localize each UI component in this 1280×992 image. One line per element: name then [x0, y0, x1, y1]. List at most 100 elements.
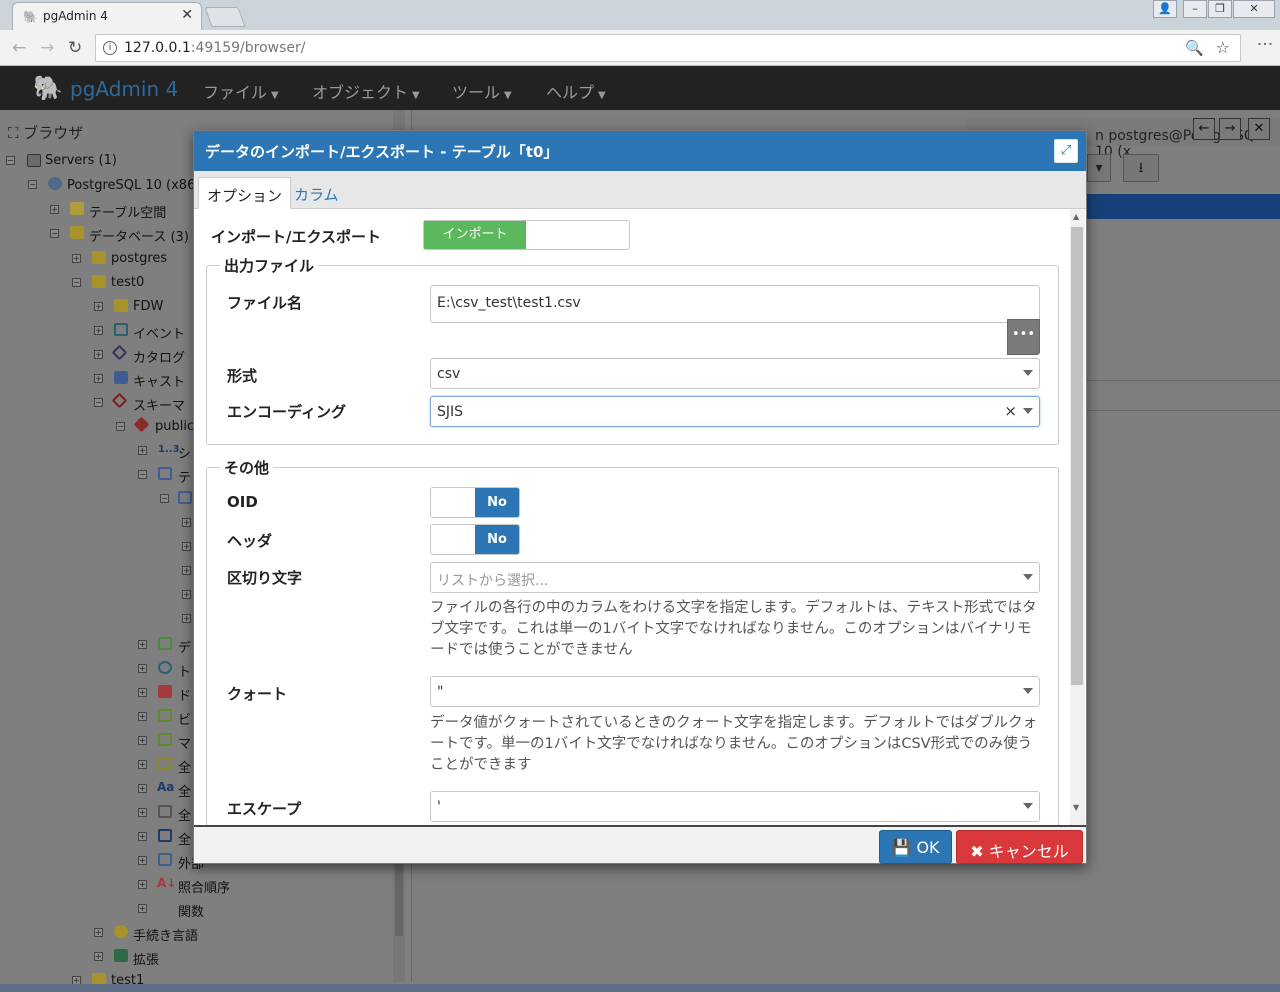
panel-prev-icon[interactable]: ←	[1193, 118, 1215, 140]
tree-toggle[interactable]: +	[182, 590, 191, 599]
tree-toggle[interactable]: +	[138, 760, 147, 769]
oid-no[interactable]: No	[475, 488, 519, 517]
import-option[interactable]: インポート	[424, 221, 526, 249]
info-icon[interactable]: i	[103, 41, 117, 55]
panel-close-icon[interactable]: ✕	[1248, 118, 1270, 140]
tree-node-extensions[interactable]: 拡張	[133, 949, 159, 968]
dialog-scrollbar[interactable]: ▲ ▼	[1070, 209, 1085, 825]
dropdown-arrow-icon[interactable]	[1023, 574, 1033, 580]
tree-node-languages[interactable]: 手続き言語	[133, 925, 198, 944]
restore-icon[interactable]: ❐	[1208, 0, 1232, 18]
menu-help[interactable]: ヘルプ ▼	[546, 79, 606, 103]
tab-options[interactable]: オプション	[198, 177, 292, 209]
tree-toggle[interactable]: −	[50, 229, 59, 238]
escape-select[interactable]: '	[430, 791, 1040, 822]
tree-node-fts-configs[interactable]: 全	[178, 757, 191, 776]
tree-node-views[interactable]: ビ	[178, 709, 191, 728]
tree-toggle[interactable]: +	[138, 880, 147, 889]
tree-node-tables[interactable]: テ	[178, 467, 191, 486]
oid-toggle[interactable]: No	[430, 487, 520, 518]
tree-toggle[interactable]: +	[138, 832, 147, 841]
header-toggle[interactable]: No	[430, 524, 520, 555]
tree-toggle[interactable]: −	[6, 156, 15, 165]
tree-toggle[interactable]: +	[138, 904, 147, 913]
zoom-icon[interactable]: 🔍	[1185, 39, 1204, 57]
tree-toggle[interactable]: +	[138, 784, 147, 793]
minimize-icon[interactable]: –	[1183, 0, 1207, 18]
tree-toggle[interactable]: +	[138, 640, 147, 649]
tree-node-databases[interactable]: データベース (3)	[89, 226, 189, 245]
tree-node-db-postgres[interactable]: postgres	[111, 251, 167, 266]
tree-node-servers[interactable]: Servers (1)	[45, 153, 117, 168]
tree-toggle[interactable]: +	[50, 205, 59, 214]
scroll-up-icon[interactable]: ▲	[1073, 212, 1079, 221]
tree-toggle[interactable]: +	[94, 952, 103, 961]
dropdown-caret-icon[interactable]: ▾	[1087, 154, 1111, 182]
tree-toggle[interactable]: +	[94, 374, 103, 383]
back-icon[interactable]: ←	[12, 38, 26, 58]
menu-object[interactable]: オブジェクト ▼	[312, 79, 420, 103]
menu-file[interactable]: ファイル ▼	[203, 79, 279, 103]
dropdown-arrow-icon[interactable]	[1023, 688, 1033, 694]
header-no[interactable]: No	[475, 525, 519, 554]
dropdown-arrow-icon[interactable]	[1023, 370, 1033, 376]
tree-toggle[interactable]: +	[138, 446, 147, 455]
reload-icon[interactable]: ↻	[68, 38, 82, 58]
menu-tools[interactable]: ツール ▼	[452, 79, 512, 103]
tree-toggle[interactable]: +	[182, 614, 191, 623]
tab-columns[interactable]: カラム	[286, 177, 347, 209]
tree-node-sequences[interactable]: シ	[178, 443, 191, 462]
tree-node-schema[interactable]: スキーマ	[133, 395, 185, 414]
tree-node-collations[interactable]: 照合順序	[178, 877, 230, 896]
dropdown-arrow-icon[interactable]	[1023, 408, 1033, 414]
tree-node-public[interactable]: public	[155, 419, 194, 434]
tree-toggle[interactable]: −	[116, 422, 125, 431]
tree-toggle[interactable]: +	[138, 664, 147, 673]
tree-toggle[interactable]: +	[138, 688, 147, 697]
tree-node-tablespaces[interactable]: テーブル空間	[89, 202, 166, 221]
encoding-select[interactable]: SJIS ×	[430, 396, 1040, 427]
quote-select[interactable]: "	[430, 676, 1040, 707]
browse-file-button[interactable]: •••	[1007, 319, 1040, 355]
tree-toggle[interactable]: −	[160, 494, 169, 503]
tree-node-server[interactable]: PostgreSQL 10 (x86)	[67, 178, 200, 193]
browser-tab[interactable]: 🐘 pgAdmin 4 ✕	[12, 2, 202, 30]
tree-node-mviews[interactable]: マ	[178, 733, 191, 752]
import-export-toggle[interactable]: インポート	[423, 220, 630, 250]
tree-node-fts-dictionaries[interactable]: 全	[178, 781, 191, 800]
window-close-icon[interactable]: ✕	[1233, 0, 1275, 18]
bookmark-star-icon[interactable]: ☆	[1216, 38, 1230, 57]
tree-toggle[interactable]: −	[28, 180, 37, 189]
tree-toggle[interactable]: +	[138, 712, 147, 721]
tree-toggle[interactable]: +	[182, 518, 191, 527]
tree-node-fdw[interactable]: FDW	[133, 299, 163, 314]
download-icon[interactable]: ⭳	[1123, 154, 1159, 182]
tree-node-event[interactable]: イベント	[133, 323, 185, 342]
chrome-menu-icon[interactable]: ⋮	[1256, 36, 1275, 52]
panel-next-icon[interactable]: →	[1219, 118, 1241, 140]
scroll-down-icon[interactable]: ▼	[1073, 803, 1079, 812]
tree-node-fts-parsers[interactable]: 全	[178, 805, 191, 824]
ok-button[interactable]: 💾 OK	[879, 830, 952, 864]
tree-node-types[interactable]: ド	[178, 685, 191, 704]
tree-toggle[interactable]: −	[138, 470, 147, 479]
url-input[interactable]: i 127.0.0.1:49159/browser/ 🔍 ☆	[95, 34, 1241, 62]
tree-toggle[interactable]: +	[94, 326, 103, 335]
tree-toggle[interactable]: +	[182, 542, 191, 551]
user-profile-icon[interactable]: 👤	[1153, 0, 1177, 18]
tree-toggle[interactable]: +	[138, 736, 147, 745]
tree-toggle[interactable]: +	[94, 928, 103, 937]
tree-toggle[interactable]: −	[94, 398, 103, 407]
format-select[interactable]: csv	[430, 358, 1040, 389]
delimiter-select[interactable]: リストから選択...	[430, 562, 1040, 593]
dropdown-arrow-icon[interactable]	[1023, 803, 1033, 809]
tree-toggle[interactable]: +	[72, 254, 81, 263]
tree-toggle[interactable]: −	[72, 278, 81, 287]
close-tab-icon[interactable]: ✕	[181, 7, 193, 23]
tree-node-cast[interactable]: キャスト	[133, 371, 185, 390]
tree-node-fts-templates[interactable]: 全	[178, 829, 191, 848]
tree-toggle[interactable]: +	[94, 302, 103, 311]
tree-node-domains[interactable]: デ	[178, 637, 191, 656]
tree-node-db-test0[interactable]: test0	[111, 275, 144, 290]
forward-icon[interactable]: →	[40, 38, 54, 58]
